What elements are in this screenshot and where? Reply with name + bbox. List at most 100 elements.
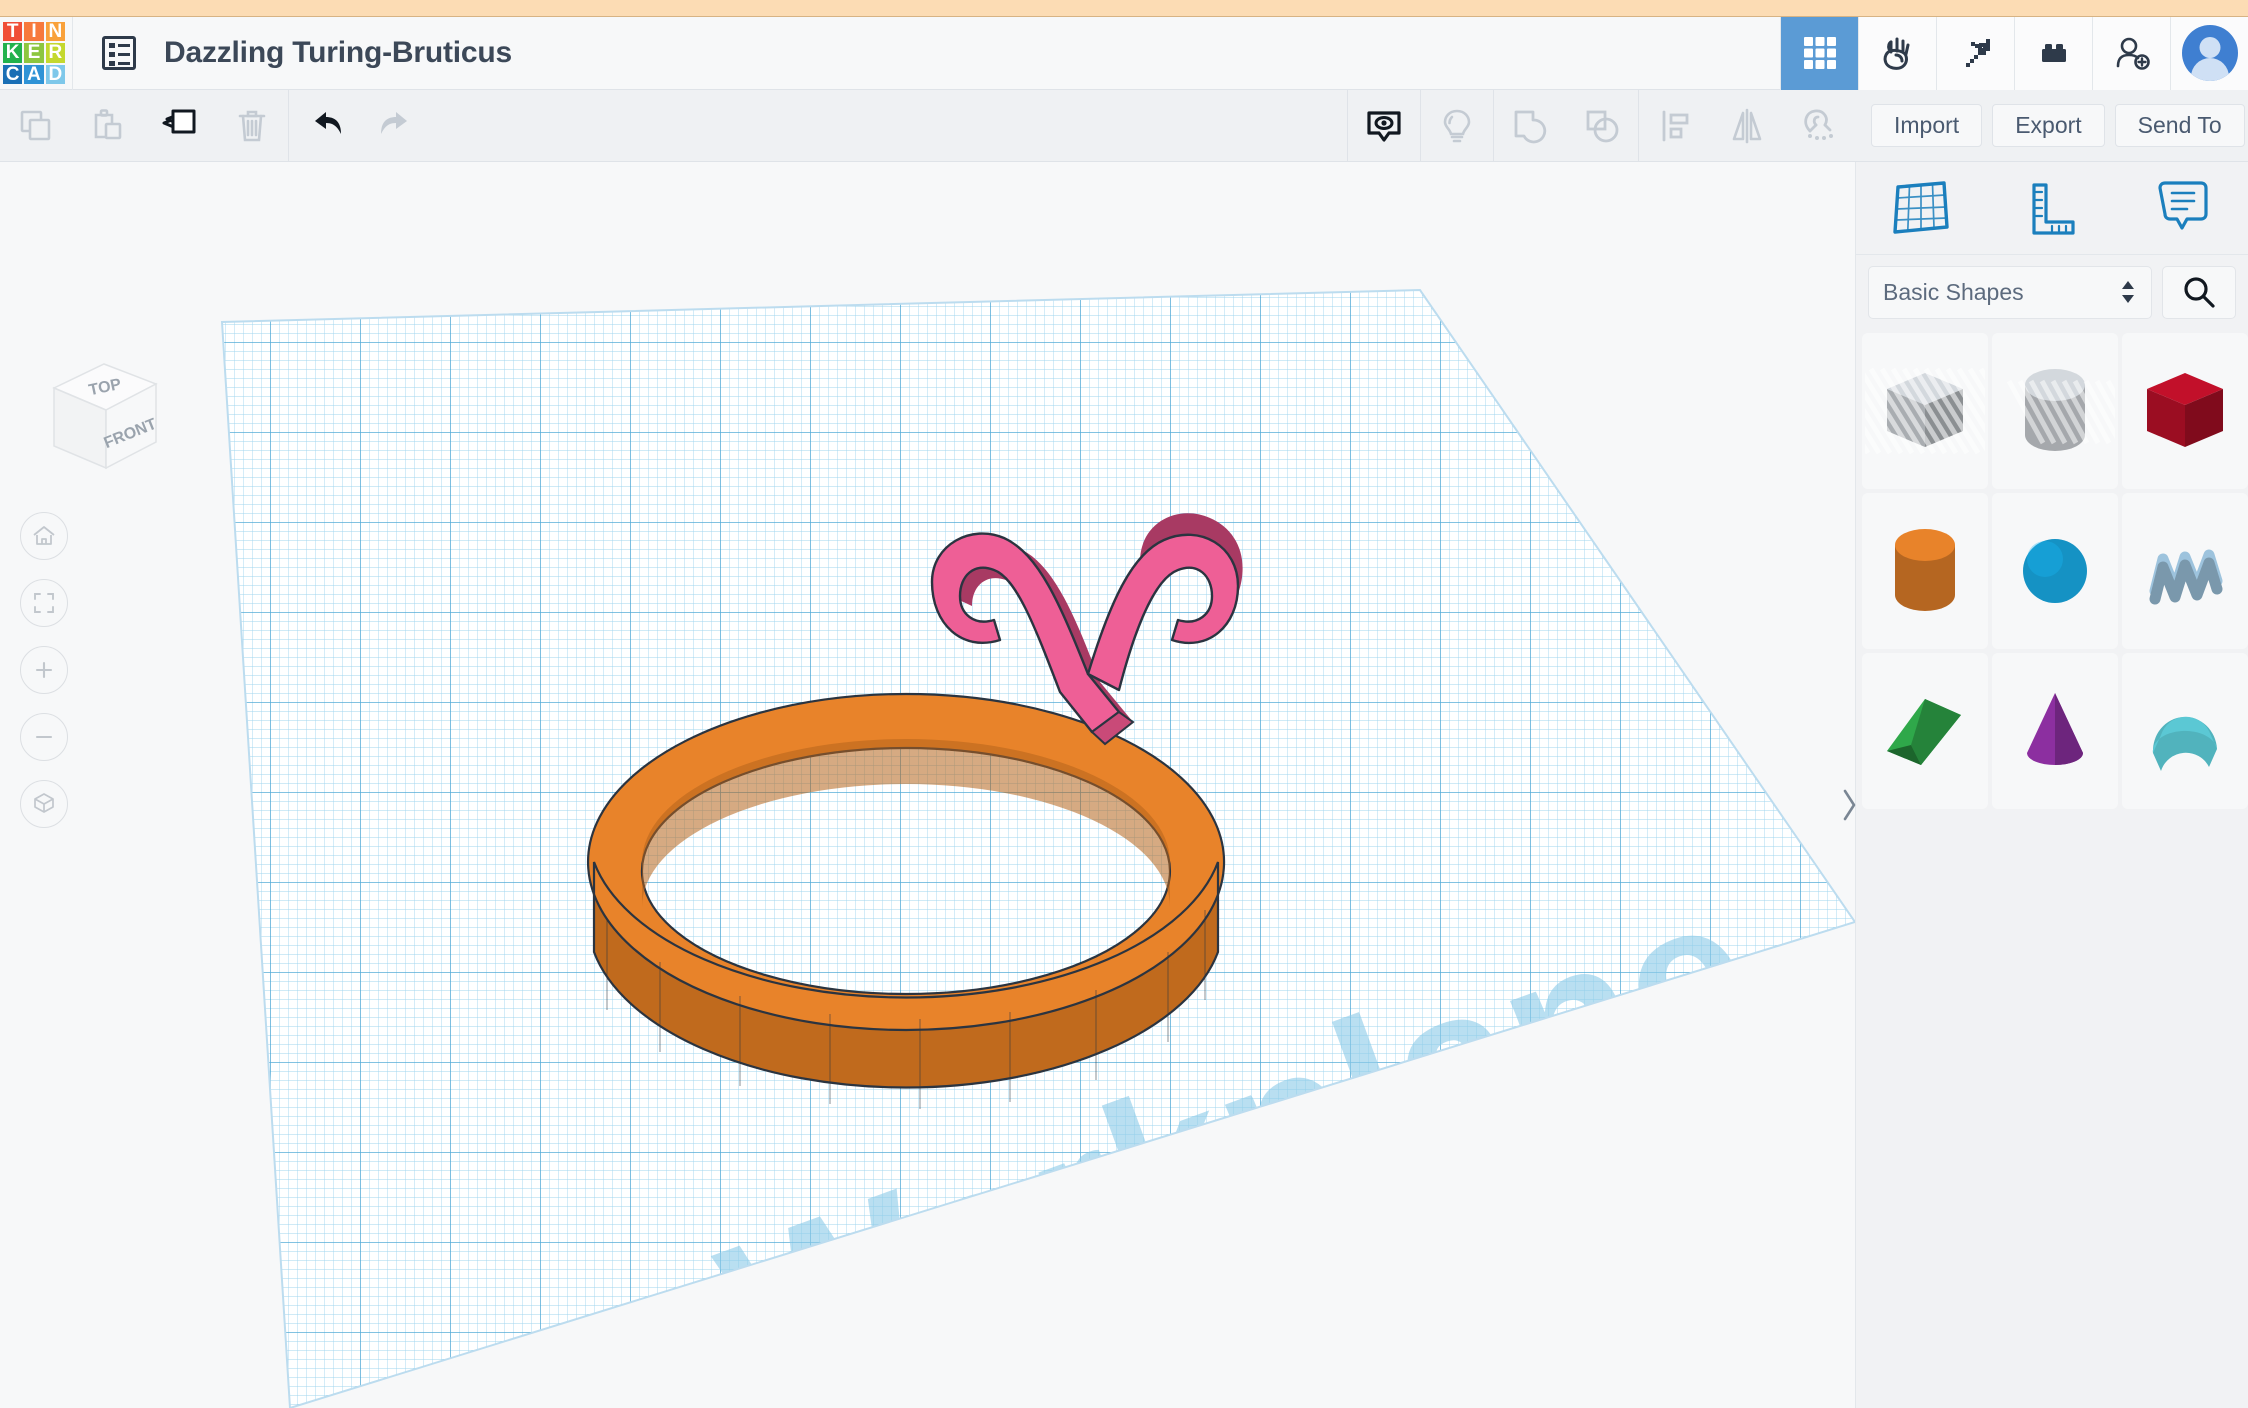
mirror-icon	[1732, 108, 1762, 143]
file-actions-bar: Import Export Send To	[1855, 90, 2248, 162]
shape-cylinder[interactable]	[1862, 493, 1988, 649]
invite-button[interactable]	[2092, 16, 2170, 90]
duplicate-button[interactable]	[144, 90, 216, 162]
panel-tab-bar	[1856, 162, 2248, 255]
add-person-icon	[2116, 37, 2150, 70]
shape-category-dropdown[interactable]: Basic Shapes	[1868, 265, 2152, 319]
shape-sphere[interactable]	[1992, 493, 2118, 649]
logo-tile-n: N	[45, 22, 65, 42]
logo-tile-t: T	[3, 22, 23, 42]
shapes-panel: Basic Shapes	[1855, 162, 2248, 1408]
user-avatar-button[interactable]	[2170, 16, 2248, 90]
shape-box[interactable]	[2122, 333, 2248, 489]
copy-icon	[20, 110, 51, 140]
align-button[interactable]	[1639, 90, 1711, 162]
header-divider	[72, 16, 73, 90]
duplicate-icon	[162, 109, 196, 133]
copy-button[interactable]	[0, 90, 72, 162]
design-tab-button[interactable]	[1780, 16, 1858, 90]
tinkercad-logo[interactable]: TIN KER CAD	[3, 22, 65, 84]
undo-icon	[315, 111, 341, 134]
eye-marker-icon	[1367, 110, 1401, 142]
zoom-in-icon	[35, 661, 53, 679]
ortho-perspective-icon	[34, 793, 54, 813]
ortho-perspective-button[interactable]	[20, 780, 68, 828]
chevron-right-icon	[1843, 789, 1856, 821]
bricks-tab-button[interactable]	[2014, 16, 2092, 90]
mirror-button[interactable]	[1711, 90, 1783, 162]
shapes-panel-controls: Basic Shapes	[1856, 255, 2248, 329]
panel-collapse-handle[interactable]	[1838, 775, 1860, 835]
send-to-button[interactable]: Send To	[2114, 104, 2245, 147]
fit-view-icon	[34, 593, 54, 613]
blocks-tab-button[interactable]	[1936, 16, 2014, 90]
notes-tab[interactable]	[2117, 162, 2248, 255]
ungroup-icon	[1586, 110, 1619, 142]
undo-button[interactable]	[289, 90, 361, 162]
show-all-button[interactable]	[1348, 90, 1420, 162]
export-button[interactable]: Export	[1992, 104, 2105, 147]
workplane-scene: Workplane	[220, 288, 1855, 1408]
logo-tile-d: D	[45, 64, 65, 84]
nav-button-group	[20, 512, 68, 828]
brick-icon	[2041, 44, 2066, 62]
logo-tile-r: R	[45, 43, 65, 63]
shape-wedge[interactable]	[1862, 653, 1988, 809]
notes-icon	[2158, 181, 2208, 230]
logo-tile-i: I	[24, 22, 44, 42]
shape-cylinder-hole[interactable]	[1992, 333, 2118, 489]
shape-cone[interactable]	[1992, 653, 2118, 809]
hand-apple-icon	[1883, 37, 1909, 70]
ungroup-button[interactable]	[1566, 90, 1638, 162]
search-icon	[2184, 277, 2215, 308]
zoom-out-button[interactable]	[20, 713, 68, 761]
logo-tile-k: K	[3, 43, 23, 63]
shapes-grid	[1856, 329, 2248, 809]
app-header: TIN KER CAD Dazzling Turing-Bruticus	[0, 16, 2248, 90]
workplane-icon	[1893, 181, 1950, 234]
codeblocks-tab-button[interactable]	[1858, 16, 1936, 90]
magnet-icon	[1804, 109, 1833, 140]
document-list-icon[interactable]	[102, 36, 136, 70]
ruler-icon	[2032, 183, 2075, 235]
ruler-tab[interactable]	[1987, 162, 2118, 255]
redo-icon	[381, 111, 407, 134]
trash-icon	[238, 110, 266, 141]
align-icon	[1662, 110, 1689, 141]
logo-tile-e: E	[24, 43, 44, 63]
pickaxe-icon	[1965, 39, 1990, 67]
redo-button[interactable]	[361, 90, 433, 162]
home-view-icon	[33, 526, 55, 545]
shape-scribble[interactable]	[2122, 493, 2248, 649]
page-title: Dazzling Turing-Bruticus	[164, 36, 512, 69]
zoom-out-icon	[35, 735, 53, 739]
3d-canvas[interactable]: Workplane TOP FRONT	[0, 162, 1855, 1408]
shape-roof[interactable]	[2122, 653, 2248, 809]
fit-view-button[interactable]	[20, 579, 68, 627]
shape-box-hole[interactable]	[1862, 333, 1988, 489]
paste-button[interactable]	[72, 90, 144, 162]
shape-category-value: Basic Shapes	[1883, 278, 2024, 305]
edit-toolbar	[0, 89, 1855, 162]
shape-search-button[interactable]	[2162, 265, 2236, 319]
stepper-arrows-icon	[2122, 281, 2134, 303]
top-banner-strip	[0, 0, 2248, 17]
logo-tile-c: C	[3, 64, 23, 84]
header-tool-group	[1780, 16, 2248, 90]
paste-icon	[94, 108, 122, 139]
delete-button[interactable]	[216, 90, 288, 162]
group-button[interactable]	[1494, 90, 1566, 162]
grid-icon	[1803, 37, 1836, 69]
home-view-button[interactable]	[20, 512, 68, 560]
lightbulb-icon	[1443, 109, 1471, 142]
import-button[interactable]: Import	[1871, 104, 1983, 147]
hint-button[interactable]	[1421, 90, 1493, 162]
tinkercad-editor: TIN KER CAD Dazzling Turing-Bruticus Impor…	[0, 0, 2248, 1408]
group-icon	[1514, 110, 1547, 143]
zoom-in-button[interactable]	[20, 646, 68, 694]
view-cube[interactable]: TOP FRONT	[30, 342, 170, 492]
avatar	[2181, 25, 2238, 81]
snap-button[interactable]	[1783, 90, 1855, 162]
workplane-tab[interactable]	[1856, 162, 1987, 255]
logo-tile-a: A	[24, 64, 44, 84]
